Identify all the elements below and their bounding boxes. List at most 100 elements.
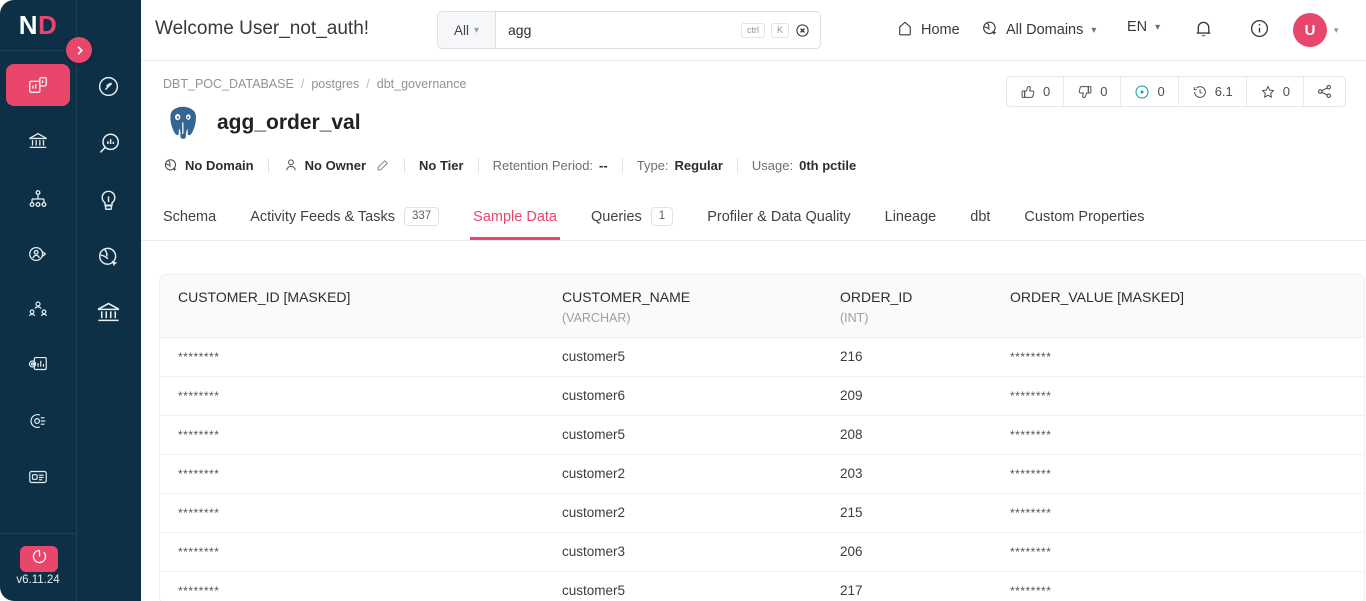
info-icon <box>1250 19 1269 38</box>
meta-type-label: Type: <box>636 157 669 173</box>
target-stat[interactable]: 0 <box>1121 77 1179 106</box>
breadcrumb-item-2[interactable]: dbt_governance <box>377 77 467 91</box>
freshness-stat[interactable]: 6.1 <box>1179 77 1247 106</box>
entity-tabs: Schema Activity Feeds & Tasks 337 Sample… <box>163 193 1162 240</box>
compass-icon <box>96 74 121 104</box>
share-button[interactable] <box>1304 77 1345 106</box>
nav-home-label: Home <box>921 22 960 38</box>
notifications-button[interactable] <box>1193 18 1214 44</box>
bell-icon <box>1196 21 1211 37</box>
sidebar-item-search-analytics[interactable] <box>76 125 141 167</box>
logo-text-d: D <box>38 9 58 40</box>
nav-all-domains[interactable]: All Domains ▾ <box>981 19 1096 41</box>
app-logo[interactable]: ND <box>0 0 76 50</box>
logo-text-n: N <box>18 9 38 40</box>
chevron-down-icon: ▾ <box>473 24 480 36</box>
sidebar-item-reports[interactable] <box>6 456 70 498</box>
column-name: CUSTOMER_NAME <box>562 289 691 305</box>
breadcrumb: DBT_POC_DATABASE / postgres / dbt_govern… <box>163 77 466 91</box>
sidebar-divider-bottom <box>0 533 76 534</box>
search-scope-value: All <box>453 22 469 38</box>
cell-order-value: ******** <box>1010 388 1052 403</box>
meta-retention-value: -- <box>599 157 608 173</box>
table-row: ******** customer5 216 ******** <box>160 337 1364 376</box>
language-label: EN <box>1127 19 1148 35</box>
table-row: ******** customer5 217 ******** <box>160 571 1364 601</box>
column-header-order-value[interactable]: ORDER_VALUE [MASKED] <box>992 275 1364 338</box>
sidebar-item-explore[interactable] <box>6 64 70 106</box>
meta-owner[interactable]: No Owner <box>283 157 390 173</box>
cell-customer-name: customer5 <box>562 583 626 598</box>
meta-usage-value: 0th pctile <box>799 157 857 173</box>
user-avatar[interactable]: U <box>1293 13 1327 47</box>
logout-icon <box>31 548 48 570</box>
follow-button[interactable]: 0 <box>1247 77 1304 106</box>
sidebar-item-automations[interactable] <box>6 400 70 442</box>
entity-stats: 0 0 0 6.1 0 <box>1005 76 1346 107</box>
sidebar-item-hierarchy[interactable] <box>6 178 70 220</box>
sidebar-item-insights-bulb[interactable] <box>76 182 141 224</box>
language-selector[interactable]: EN ▾ <box>1127 19 1160 35</box>
column-header-order-id[interactable]: ORDER_ID (INT) <box>822 275 992 338</box>
tab-count: 337 <box>403 206 440 227</box>
cell-customer-name: customer2 <box>562 505 626 520</box>
user-icon <box>283 157 299 173</box>
lightbulb-icon <box>96 188 121 218</box>
cell-customer-id: ******** <box>178 427 220 442</box>
clear-search-icon[interactable] <box>795 23 810 38</box>
meta-domain[interactable]: No Domain <box>163 157 254 173</box>
search-scope-select[interactable]: All ▾ <box>438 12 496 48</box>
tab-lineage[interactable]: Lineage <box>868 193 954 240</box>
tab-custom-properties[interactable]: Custom Properties <box>1007 193 1161 240</box>
downvote-button[interactable]: 0 <box>1064 77 1122 106</box>
tab-schema[interactable]: Schema <box>163 193 233 240</box>
sidebar-item-insights[interactable] <box>6 233 70 275</box>
tab-activity-feeds-tasks[interactable]: Activity Feeds & Tasks 337 <box>233 193 456 240</box>
edit-pencil-icon[interactable] <box>375 158 390 173</box>
column-header-customer-name[interactable]: CUSTOMER_NAME (VARCHAR) <box>544 275 822 338</box>
meta-divider <box>477 157 479 173</box>
meta-retention: Retention Period: -- <box>493 158 608 173</box>
cell-order-value: ******** <box>1010 583 1052 598</box>
sidebar-expand-button[interactable] <box>66 37 92 63</box>
cell-order-id: 209 <box>840 388 863 403</box>
breadcrumb-item-0[interactable]: DBT_POC_DATABASE <box>163 77 294 91</box>
sidebar-item-discover[interactable] <box>76 68 141 110</box>
cell-customer-id: ******** <box>178 544 220 559</box>
column-type: (INT) <box>840 311 869 325</box>
tab-queries[interactable]: Queries 1 <box>574 193 690 240</box>
meta-tier[interactable]: No Tier <box>419 158 464 173</box>
sidebar-item-data-settings[interactable] <box>6 343 70 385</box>
cell-order-id: 208 <box>840 427 863 442</box>
sidebar-item-domains[interactable] <box>76 238 141 280</box>
tab-profiler-data-quality[interactable]: Profiler & Data Quality <box>690 193 867 240</box>
column-type: (VARCHAR) <box>562 311 631 325</box>
entity-tabs-bar: Schema Activity Feeds & Tasks 337 Sample… <box>141 193 1366 241</box>
upvote-button[interactable]: 0 <box>1007 77 1065 106</box>
tab-label: Profiler & Data Quality <box>707 208 851 225</box>
target-count: 0 <box>1157 84 1165 99</box>
nav-home[interactable]: Home <box>896 19 960 41</box>
sidebar-item-glossary[interactable] <box>76 294 141 336</box>
search-adornments: ctrl K <box>740 12 810 48</box>
hierarchy-icon <box>27 188 49 210</box>
sidebar-item-collaboration[interactable] <box>6 289 70 331</box>
nav-domains-label: All Domains <box>1006 22 1084 38</box>
search-input[interactable]: agg ctrl K <box>496 12 820 48</box>
cell-customer-id: ******** <box>178 466 220 481</box>
avatar-chevron-down-icon[interactable]: ▾ <box>1334 25 1339 36</box>
column-header-customer-id[interactable]: CUSTOMER_ID [MASKED] <box>160 275 544 338</box>
tab-sample-data[interactable]: Sample Data <box>456 193 574 240</box>
tab-dbt[interactable]: dbt <box>953 193 1007 240</box>
kbd-ctrl: ctrl <box>740 22 765 38</box>
column-name: CUSTOMER_ID [MASKED] <box>178 289 351 305</box>
sample-data-section: CUSTOMER_ID [MASKED] CUSTOMER_NAME (VARC… <box>141 241 1366 601</box>
breadcrumb-item-1[interactable]: postgres <box>311 77 359 91</box>
logout-button[interactable] <box>20 546 58 572</box>
downvote-count: 0 <box>1100 84 1108 99</box>
help-button[interactable] <box>1249 18 1270 44</box>
cell-order-value: ******** <box>1010 544 1052 559</box>
cell-customer-name: customer5 <box>562 427 626 442</box>
sidebar-item-governance[interactable] <box>6 120 70 162</box>
thumbs-down-icon <box>1077 84 1093 100</box>
